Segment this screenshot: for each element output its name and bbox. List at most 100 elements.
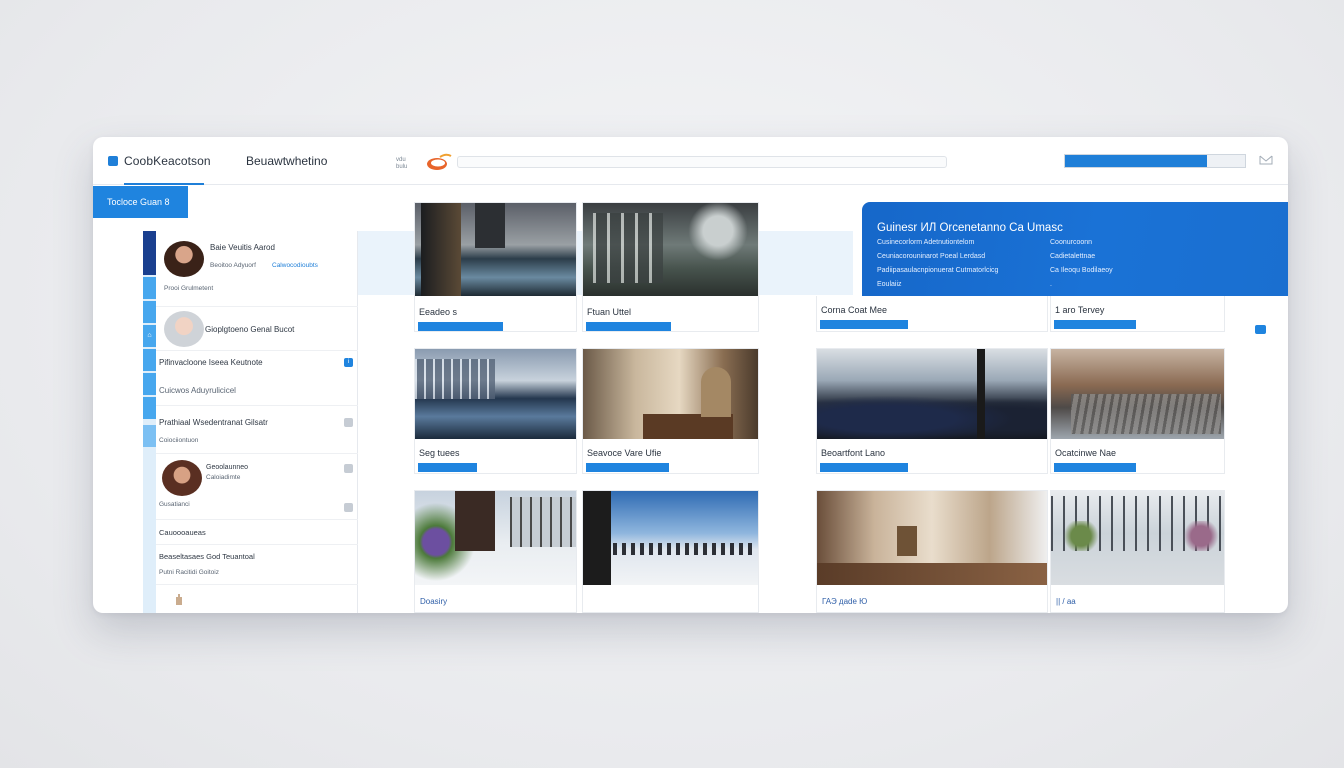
promo-line: Cadietalettnae <box>1050 253 1096 260</box>
list-item-sub: Caloiadimte <box>206 474 241 481</box>
rail-home-icon[interactable]: ⌂ <box>143 325 156 347</box>
promo-line: Ceuniacorouninarot Poeal Lerdasd <box>877 253 986 260</box>
list-item-meta: Prooi Grulmetent <box>164 285 214 292</box>
gallery-card[interactable] <box>582 490 759 613</box>
gallery-card[interactable]: Eeadeo s <box>414 202 577 332</box>
list-item[interactable]: Gioplgtoeno Genal Bucot <box>156 307 358 351</box>
card-title: Seg tuees <box>419 448 460 458</box>
rail-item-1-icon[interactable] <box>143 277 156 299</box>
gallery-card[interactable]: 1 aro Tervey <box>1050 296 1225 332</box>
card-progress-bar <box>1054 320 1136 329</box>
card-image <box>415 349 576 439</box>
list-item[interactable]: Cuicwos Aduyrulicicel <box>156 381 358 406</box>
card-image <box>1051 491 1224 585</box>
rail-item-6-icon[interactable] <box>143 397 156 419</box>
list-item-title: Cuicwos Aduyrulicicel <box>159 386 236 395</box>
promo-panel[interactable]: Guinesr ИЛ Orcenetanno Ca Umasc Cusineco… <box>862 202 1288 296</box>
avatar <box>164 311 204 347</box>
card-image <box>817 491 1047 585</box>
progress-bar <box>1064 154 1246 168</box>
card-title: Corna Coat Mee <box>821 305 888 315</box>
more-icon[interactable] <box>344 418 353 427</box>
list-item[interactable]: Geoolaunneo Caloiadimte Gusatianci <box>156 454 358 520</box>
rail-item-7-icon[interactable] <box>143 425 156 447</box>
gallery-card[interactable]: Doasiry <box>414 490 577 613</box>
list-item-title: Cauoooaueas <box>159 528 206 537</box>
rail-header-block <box>143 231 156 275</box>
card-progress-bar <box>1054 463 1136 472</box>
mini-logo-text: vdu bulu <box>396 157 408 170</box>
list-item-link[interactable]: Calwocodioubts <box>272 262 318 269</box>
card-progress-bar <box>820 463 908 472</box>
rail-item-5-icon[interactable] <box>143 373 156 395</box>
card-title: Seavoce Vare Ufie <box>587 448 662 458</box>
more-icon[interactable] <box>344 464 353 473</box>
list-item-sub: Beoitoo Adyuorf <box>210 262 256 269</box>
list-item[interactable]: Beaseltasaes God Teuantoal Putni Racitid… <box>156 545 358 585</box>
search-input[interactable] <box>457 156 947 168</box>
gallery-card[interactable]: ГАЭ даdе Ю <box>816 490 1048 613</box>
promo-line: Coonurcoonn <box>1050 239 1093 246</box>
card-title: Ftuan Uttel <box>587 307 632 317</box>
top-bar: CoobKeacotson Beuawtwhetino vdu bulu <box>93 137 1288 185</box>
list-item-title: Pifinvacloone Iseea Keutnote <box>159 358 263 367</box>
gallery-card[interactable]: || / aa <box>1050 490 1225 613</box>
list-item[interactable]: Prathiaal Wsedentranat Gilsatr Coiociion… <box>156 406 358 454</box>
promo-line: . <box>1050 281 1052 288</box>
avatar <box>164 241 204 277</box>
card-progress-bar <box>418 322 503 331</box>
card-title: 1 aro Tervey <box>1055 305 1105 315</box>
card-caption: || / aa <box>1056 597 1076 606</box>
info-badge-icon[interactable]: i <box>344 358 353 367</box>
list-item-meta: Gusatianci <box>159 501 190 508</box>
flag-icon[interactable] <box>344 503 353 512</box>
card-image <box>415 491 576 585</box>
tab-active[interactable]: Tocloce Guan 8 <box>93 186 188 218</box>
promo-line: Padiipasaulacnpionuerat Cutmatorlcicg <box>877 267 999 274</box>
list-item-title: Beaseltasaes God Teuantoal <box>159 552 255 561</box>
list-item[interactable]: Cauoooaueas <box>156 520 358 545</box>
card-progress-bar <box>586 463 669 472</box>
app-window: CoobKeacotson Beuawtwhetino vdu bulu Toc… <box>93 137 1288 613</box>
promo-line: Ca Ileoqu Bodilaeoy <box>1050 267 1113 274</box>
card-caption: ГАЭ даdе Ю <box>822 597 868 606</box>
card-image <box>583 203 758 296</box>
promo-line: Eoulaiiz <box>877 281 902 288</box>
card-caption: Doasiry <box>420 597 448 606</box>
expand-icon[interactable] <box>1255 325 1266 334</box>
gallery-card[interactable]: Ftuan Uttel <box>582 202 759 332</box>
card-progress-bar <box>586 322 671 331</box>
gallery-card[interactable]: Beoartfont Lano <box>816 348 1048 474</box>
list-item-title: Gioplgtoeno Genal Bucot <box>205 325 295 334</box>
list-item-sub: Putni Racitidi Goitoiz <box>159 569 219 576</box>
card-progress-bar <box>418 463 477 472</box>
list-item-title: Baie Veuitis Aarod <box>210 243 275 252</box>
card-title: Ocatcinwe Nae <box>1055 448 1117 458</box>
list-item-title: Prathiaal Wsedentranat Gilsatr <box>159 418 268 427</box>
card-title: Beoartfont Lano <box>821 448 886 458</box>
list-item-title: Geoolaunneo <box>206 464 249 471</box>
list-item[interactable]: Pifinvacloone Iseea Keutnote i <box>156 351 358 381</box>
card-image <box>1051 349 1224 439</box>
rail-item-2-icon[interactable] <box>143 301 156 323</box>
gallery-card[interactable]: Seg tuees <box>414 348 577 474</box>
gallery-card[interactable]: Seavoce Vare Ufie <box>582 348 759 474</box>
brand-swoosh-icon <box>427 153 452 170</box>
gallery-card[interactable]: Corna Coat Mee <box>816 296 1048 332</box>
app-title[interactable]: CoobKeacotson <box>124 154 211 168</box>
card-image <box>583 491 758 585</box>
progress-fill <box>1065 155 1208 167</box>
card-image <box>415 203 576 296</box>
sidebar: Baie Veuitis Aarod Beoitoo Adyuorf Calwo… <box>156 231 358 613</box>
card-image <box>583 349 758 439</box>
list-item-sub: Coiociiontuon <box>159 437 199 444</box>
notification-icon[interactable] <box>1258 154 1274 166</box>
rail-item-4-icon[interactable] <box>143 349 156 371</box>
promo-line: Cusinecorlorm Adetnutiontelom <box>877 239 975 246</box>
list-item[interactable]: Baie Veuitis Aarod Beoitoo Adyuorf Calwo… <box>156 231 358 307</box>
promo-title: Guinesr ИЛ Orcenetanno Ca Umasc <box>877 222 1063 234</box>
gallery-card[interactable]: Ocatcinwe Nae <box>1050 348 1225 474</box>
avatar <box>162 460 202 496</box>
nav-item[interactable]: Beuawtwhetino <box>246 154 327 168</box>
card-progress-bar <box>820 320 908 329</box>
